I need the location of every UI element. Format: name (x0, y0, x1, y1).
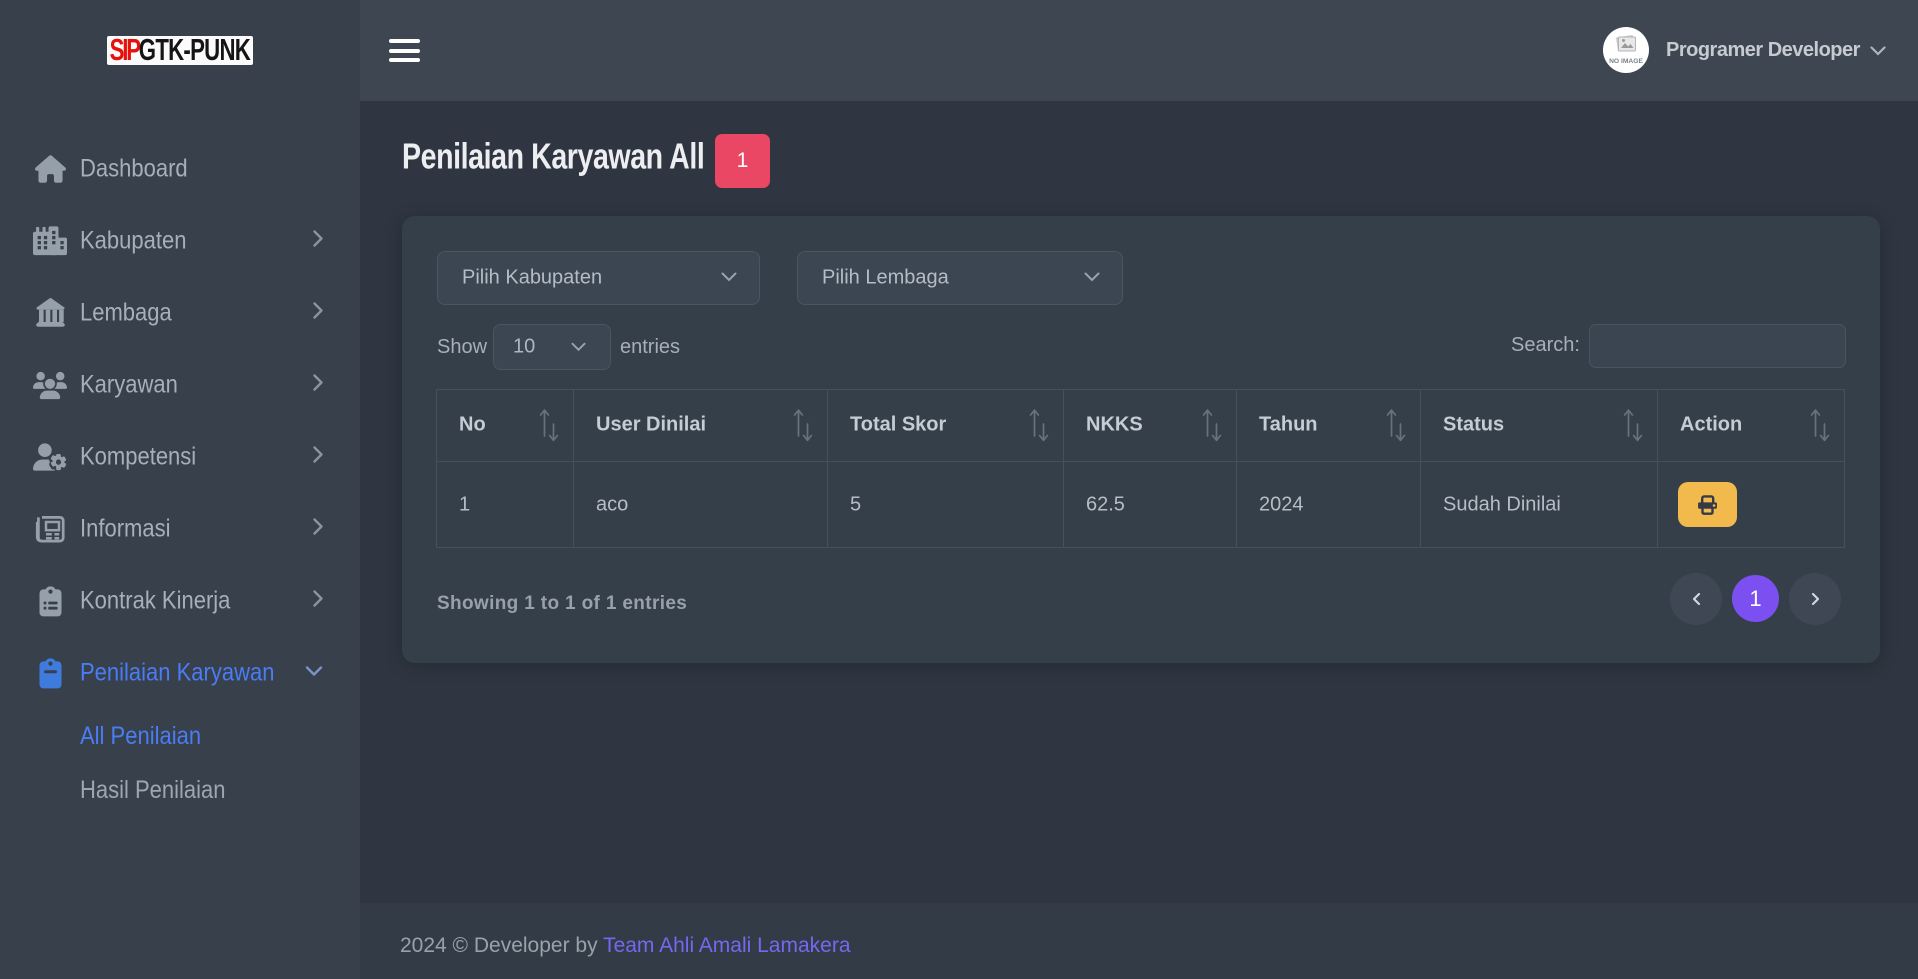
svg-text:NO IMAGE: NO IMAGE (1609, 58, 1643, 65)
